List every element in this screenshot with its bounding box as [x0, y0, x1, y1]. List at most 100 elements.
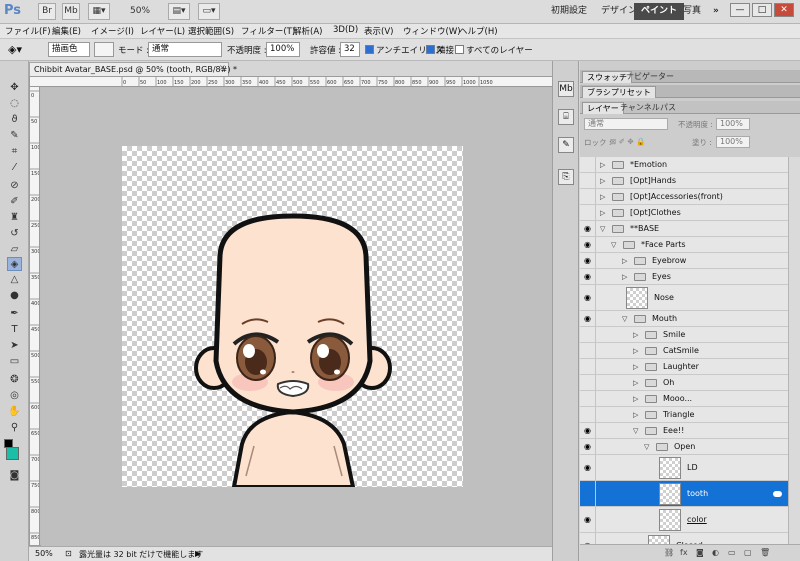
minimize-button[interactable]: — [730, 3, 750, 17]
layer-row[interactable]: ▷ [Opt]Clothes [580, 205, 788, 221]
menu-filter[interactable]: フィルター(T) [241, 25, 295, 37]
menu-edit[interactable]: 編集(E) [52, 25, 81, 37]
visibility-toggle[interactable] [581, 327, 596, 342]
mode-select[interactable]: 通常 [148, 42, 222, 57]
triangle-right-icon[interactable]: ▷ [633, 346, 638, 356]
layer-row[interactable]: ◉ ▷ Eyebrow [580, 253, 788, 269]
horizontal-ruler[interactable]: 0 50 100 150 200 250 300 350 400 450 500 550 600 650 7… [30, 77, 554, 87]
contiguous-checkbox[interactable]: 隣接 [426, 44, 454, 56]
layer-row[interactable]: ▷ Oh [580, 375, 788, 391]
mini-bridge-panel-icon[interactable]: Mb [558, 81, 574, 97]
visibility-toggle[interactable] [581, 481, 596, 506]
screen-mode-button[interactable]: ▭▾ [198, 3, 220, 20]
visibility-toggle[interactable] [581, 407, 596, 422]
blur-tool-icon[interactable]: △ [7, 273, 22, 287]
visibility-toggle[interactable]: ◉ [581, 269, 596, 284]
add-mask-icon[interactable]: ◙ [696, 548, 704, 557]
paint-bucket-tool-icon[interactable]: ◈ [7, 257, 22, 271]
layer-row[interactable]: ▷ Laughter [580, 359, 788, 375]
layer-row[interactable]: ▷ CatSmile [580, 343, 788, 359]
visibility-toggle[interactable]: ◉ [581, 455, 596, 480]
visibility-toggle[interactable] [581, 205, 596, 220]
layer-row[interactable]: ▷ Triangle [580, 407, 788, 423]
triangle-down-icon[interactable]: ▽ [622, 314, 627, 324]
menu-3d[interactable]: 3D(D) [333, 25, 358, 35]
quick-mask-icon[interactable]: ◙ [7, 469, 22, 483]
visibility-toggle[interactable] [581, 391, 596, 406]
view-extras-button[interactable]: ▦▾ [88, 3, 110, 20]
layer-row[interactable]: ◉ ▽ Eee!! [580, 423, 788, 439]
move-tool-icon[interactable]: ✥ [7, 81, 22, 95]
eraser-tool-icon[interactable]: ▱ [7, 243, 22, 257]
triangle-right-icon[interactable]: ▷ [633, 330, 638, 340]
triangle-right-icon[interactable]: ▷ [600, 208, 605, 218]
status-info-icon[interactable]: ⊡ [65, 549, 72, 558]
arrange-documents-button[interactable]: ▤▾ [168, 3, 190, 20]
history-brush-tool-icon[interactable]: ↺ [7, 227, 22, 241]
history-panel-icon[interactable]: ⌸ [558, 109, 574, 125]
layer-row[interactable]: ◉ color [580, 507, 788, 533]
triangle-right-icon[interactable]: ▷ [633, 378, 638, 388]
menu-layer[interactable]: レイヤー(L) [140, 25, 185, 37]
triangle-right-icon[interactable]: ▷ [622, 272, 627, 282]
menu-analysis[interactable]: 解析(A) [293, 25, 322, 37]
opacity-input[interactable]: 100% [266, 42, 300, 57]
paint-bucket-preset-icon[interactable]: ◈▾ [8, 42, 34, 58]
bridge-button[interactable]: Br [38, 3, 56, 20]
triangle-down-icon[interactable]: ▽ [600, 224, 605, 234]
brush-tool-icon[interactable]: ✐ [7, 195, 22, 209]
lock-icons[interactable]: ⊠ ✐ ✥ 🔒 [610, 137, 645, 146]
stamp-tool-icon[interactable]: ♜ [7, 211, 22, 225]
visibility-toggle[interactable]: ◉ [581, 507, 596, 532]
triangle-right-icon[interactable]: ▷ [622, 256, 627, 266]
visibility-toggle[interactable] [581, 173, 596, 188]
layer-row[interactable]: ◉ Nose [580, 285, 788, 311]
clone-source-panel-icon[interactable]: ⎘ [558, 169, 574, 185]
visibility-toggle[interactable]: ◉ [581, 533, 596, 544]
fill-source-select[interactable]: 描画色 [48, 42, 90, 57]
vertical-ruler[interactable]: 0 50 100 150 200 250 300 350 400 450 500 550 600 650 7… [30, 87, 40, 545]
triangle-right-icon[interactable]: ▷ [633, 410, 638, 420]
visibility-toggle[interactable] [581, 189, 596, 204]
layer-row[interactable]: ▷ Smile [580, 327, 788, 343]
tab-brush-presets[interactable]: ブラシプリセット [582, 86, 656, 98]
delete-layer-icon[interactable]: 🗑 [760, 548, 770, 557]
visibility-toggle[interactable]: ◉ [581, 285, 596, 310]
document-tab[interactable]: Chibbit Avatar_BASE.psd @ 50% (tooth, RG… [29, 62, 237, 76]
visibility-toggle[interactable]: ◉ [581, 311, 596, 326]
layers-scrollbar[interactable] [788, 157, 800, 544]
triangle-right-icon[interactable]: ▷ [600, 176, 605, 186]
workspace-essentials[interactable]: 初期設定 [544, 3, 594, 20]
mini-bridge-button[interactable]: Mb [62, 3, 80, 20]
canvas-pasteboard[interactable] [41, 88, 554, 546]
eyedropper-tool-icon[interactable]: ⁄ [7, 161, 22, 175]
menu-window[interactable]: ウィンドウ(W) [403, 25, 461, 37]
document-canvas[interactable] [122, 146, 463, 487]
status-menu-arrow-icon[interactable]: ▶ [195, 549, 201, 558]
layer-row[interactable]: ◉Closed [580, 533, 788, 544]
zoom-tool-icon[interactable]: ⚲ [7, 421, 22, 435]
triangle-down-icon[interactable]: ▽ [644, 442, 649, 452]
visibility-toggle[interactable]: ◉ [581, 423, 596, 438]
fill-input[interactable]: 100% [716, 136, 750, 148]
path-select-tool-icon[interactable]: ➤ [7, 339, 22, 353]
visibility-toggle[interactable] [581, 375, 596, 390]
visibility-toggle[interactable]: ◉ [581, 253, 596, 268]
pen-tool-icon[interactable]: ✒ [7, 307, 22, 321]
layer-row[interactable]: tooth [580, 481, 788, 507]
menu-view[interactable]: 表示(V) [364, 25, 393, 37]
triangle-right-icon[interactable]: ▷ [633, 394, 638, 404]
lasso-tool-icon[interactable]: ϑ [7, 113, 22, 127]
maximize-button[interactable]: □ [752, 3, 772, 17]
visibility-toggle[interactable]: ◉ [581, 237, 596, 252]
healing-tool-icon[interactable]: ⊘ [7, 179, 22, 193]
new-group-icon[interactable]: ▭ [728, 548, 736, 557]
visibility-toggle[interactable] [581, 359, 596, 374]
dodge-tool-icon[interactable]: ● [7, 289, 22, 303]
layer-style-icon[interactable]: fx [680, 548, 688, 557]
layer-row[interactable]: ◉ ▽ **BASE [580, 221, 788, 237]
background-color-swatch[interactable] [6, 447, 19, 460]
layer-row[interactable]: ◉ ▽ Mouth [580, 311, 788, 327]
menu-select[interactable]: 選択範囲(S) [188, 25, 234, 37]
quick-select-tool-icon[interactable]: ✎ [7, 129, 22, 143]
